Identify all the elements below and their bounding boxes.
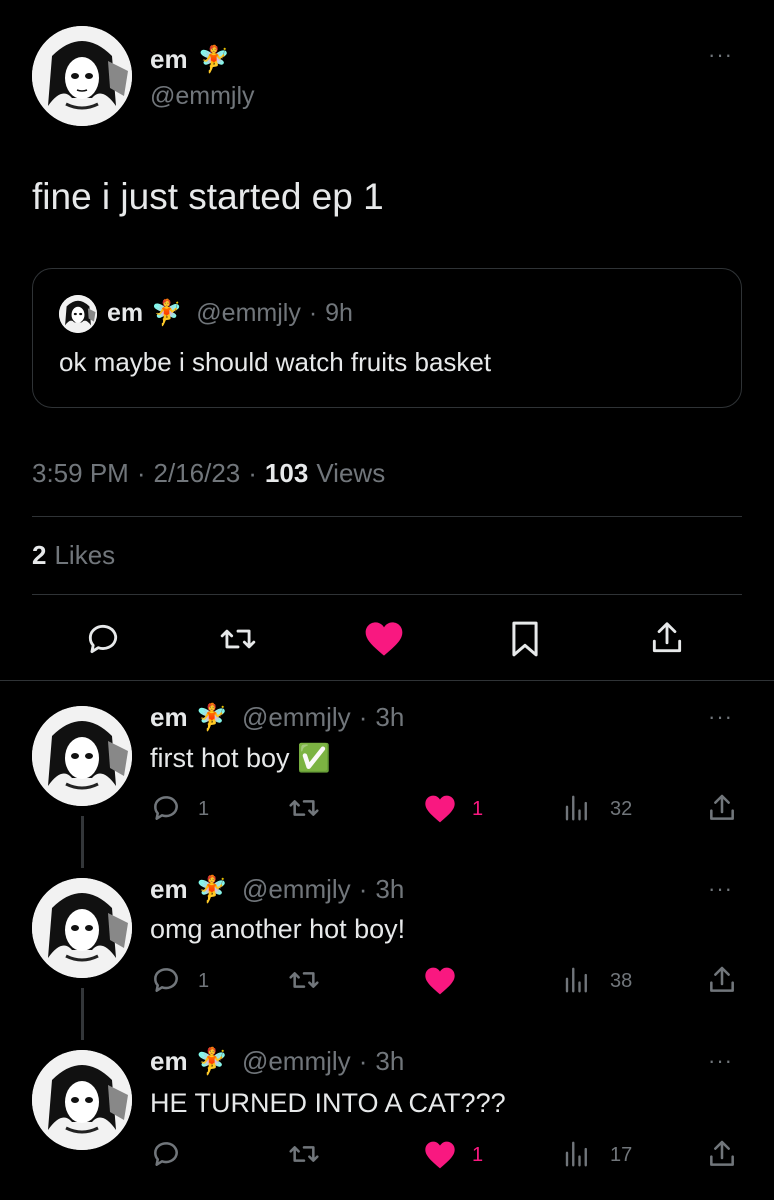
display-name[interactable]: em — [150, 702, 188, 733]
likes-count: 2 — [32, 540, 47, 570]
share-icon[interactable] — [706, 792, 738, 824]
tweet-time[interactable]: 3h — [375, 702, 404, 733]
share-icon[interactable] — [706, 964, 738, 996]
display-name[interactable]: em — [150, 44, 188, 75]
tweet-text: omg another hot boy! — [150, 914, 406, 944]
views-count: 17 — [610, 1144, 633, 1166]
more-icon[interactable]: ··· — [708, 878, 733, 900]
views-icon[interactable] — [562, 1138, 592, 1170]
fairy-emoji: 🧚 — [195, 1046, 228, 1076]
tweet-time[interactable]: 3h — [375, 1046, 404, 1077]
likes-label: Likes — [54, 540, 116, 570]
tweet-time[interactable]: 3:59 PM — [32, 458, 129, 489]
share-icon[interactable] — [706, 1138, 738, 1170]
heart-icon[interactable] — [424, 794, 456, 824]
retweet-icon[interactable] — [286, 1138, 322, 1170]
separator: · — [358, 702, 368, 732]
tweet-text: fine i just started ep 1 — [32, 176, 384, 217]
avatar[interactable] — [32, 706, 132, 806]
quote-tweet[interactable]: em 🧚 @emmjly · 9h ok maybe i should watc… — [32, 268, 742, 408]
share-icon[interactable] — [648, 618, 686, 658]
thread-line — [81, 816, 84, 868]
reply-icon[interactable] — [150, 1138, 182, 1170]
views-count: 32 — [610, 798, 633, 820]
divider — [32, 516, 742, 517]
separator: · — [358, 1046, 368, 1076]
tweet-text: first hot boy ✅ — [150, 743, 331, 773]
views-icon[interactable] — [562, 792, 592, 824]
separator: · — [358, 874, 368, 904]
quote-display-name: em — [107, 299, 144, 327]
tweet-date[interactable]: 2/16/23 — [154, 458, 241, 489]
separator: · — [308, 299, 318, 327]
handle[interactable]: @emmjly — [150, 82, 255, 111]
retweet-icon[interactable] — [286, 964, 322, 996]
retweet-icon[interactable] — [286, 792, 322, 824]
reply-count: 1 — [198, 798, 210, 820]
avatar[interactable] — [32, 878, 132, 978]
fairy-emoji: 🧚 — [195, 702, 228, 732]
display-name[interactable]: em — [150, 874, 188, 905]
heart-icon[interactable] — [364, 620, 404, 658]
reply-icon[interactable] — [84, 620, 122, 658]
like-count: 1 — [472, 1144, 484, 1166]
heart-icon[interactable] — [424, 966, 456, 996]
reply-icon[interactable] — [150, 792, 182, 824]
quote-handle: @emmjly — [196, 299, 301, 327]
views-icon[interactable] — [562, 964, 592, 996]
handle[interactable]: @emmjly — [242, 1046, 351, 1077]
views-count: 38 — [610, 970, 633, 992]
fairy-emoji: 🧚 — [197, 44, 230, 74]
display-name[interactable]: em — [150, 1046, 188, 1077]
thread-line — [81, 988, 84, 1040]
reply-count: 1 — [198, 970, 210, 992]
quote-text: ok maybe i should watch fruits basket — [59, 347, 492, 377]
likes-link[interactable]: 2 Likes — [32, 540, 115, 571]
more-icon[interactable]: ··· — [708, 1050, 733, 1072]
more-icon[interactable]: ··· — [708, 44, 733, 66]
retweet-icon[interactable] — [218, 620, 258, 658]
handle[interactable]: @emmjly — [242, 702, 351, 733]
tweet-text: HE TURNED INTO A CAT??? — [150, 1088, 506, 1118]
section-divider — [0, 680, 774, 681]
bookmark-icon[interactable] — [508, 620, 542, 658]
separator: · — [248, 458, 257, 488]
quote-time: 9h — [325, 299, 353, 327]
tweet-time[interactable]: 3h — [375, 874, 404, 905]
fairy-emoji: 🧚 — [151, 299, 183, 327]
handle[interactable]: @emmjly — [242, 874, 351, 905]
heart-icon[interactable] — [424, 1140, 456, 1170]
avatar[interactable] — [32, 26, 132, 126]
views-count: 103 — [264, 458, 309, 488]
views-label: Views — [316, 458, 386, 488]
fairy-emoji: 🧚 — [195, 874, 228, 904]
divider — [32, 594, 742, 595]
reply-icon[interactable] — [150, 964, 182, 996]
like-count: 1 — [472, 798, 484, 820]
more-icon[interactable]: ··· — [708, 706, 733, 728]
avatar[interactable] — [32, 1050, 132, 1150]
separator: · — [136, 458, 146, 488]
quote-avatar — [59, 295, 97, 333]
